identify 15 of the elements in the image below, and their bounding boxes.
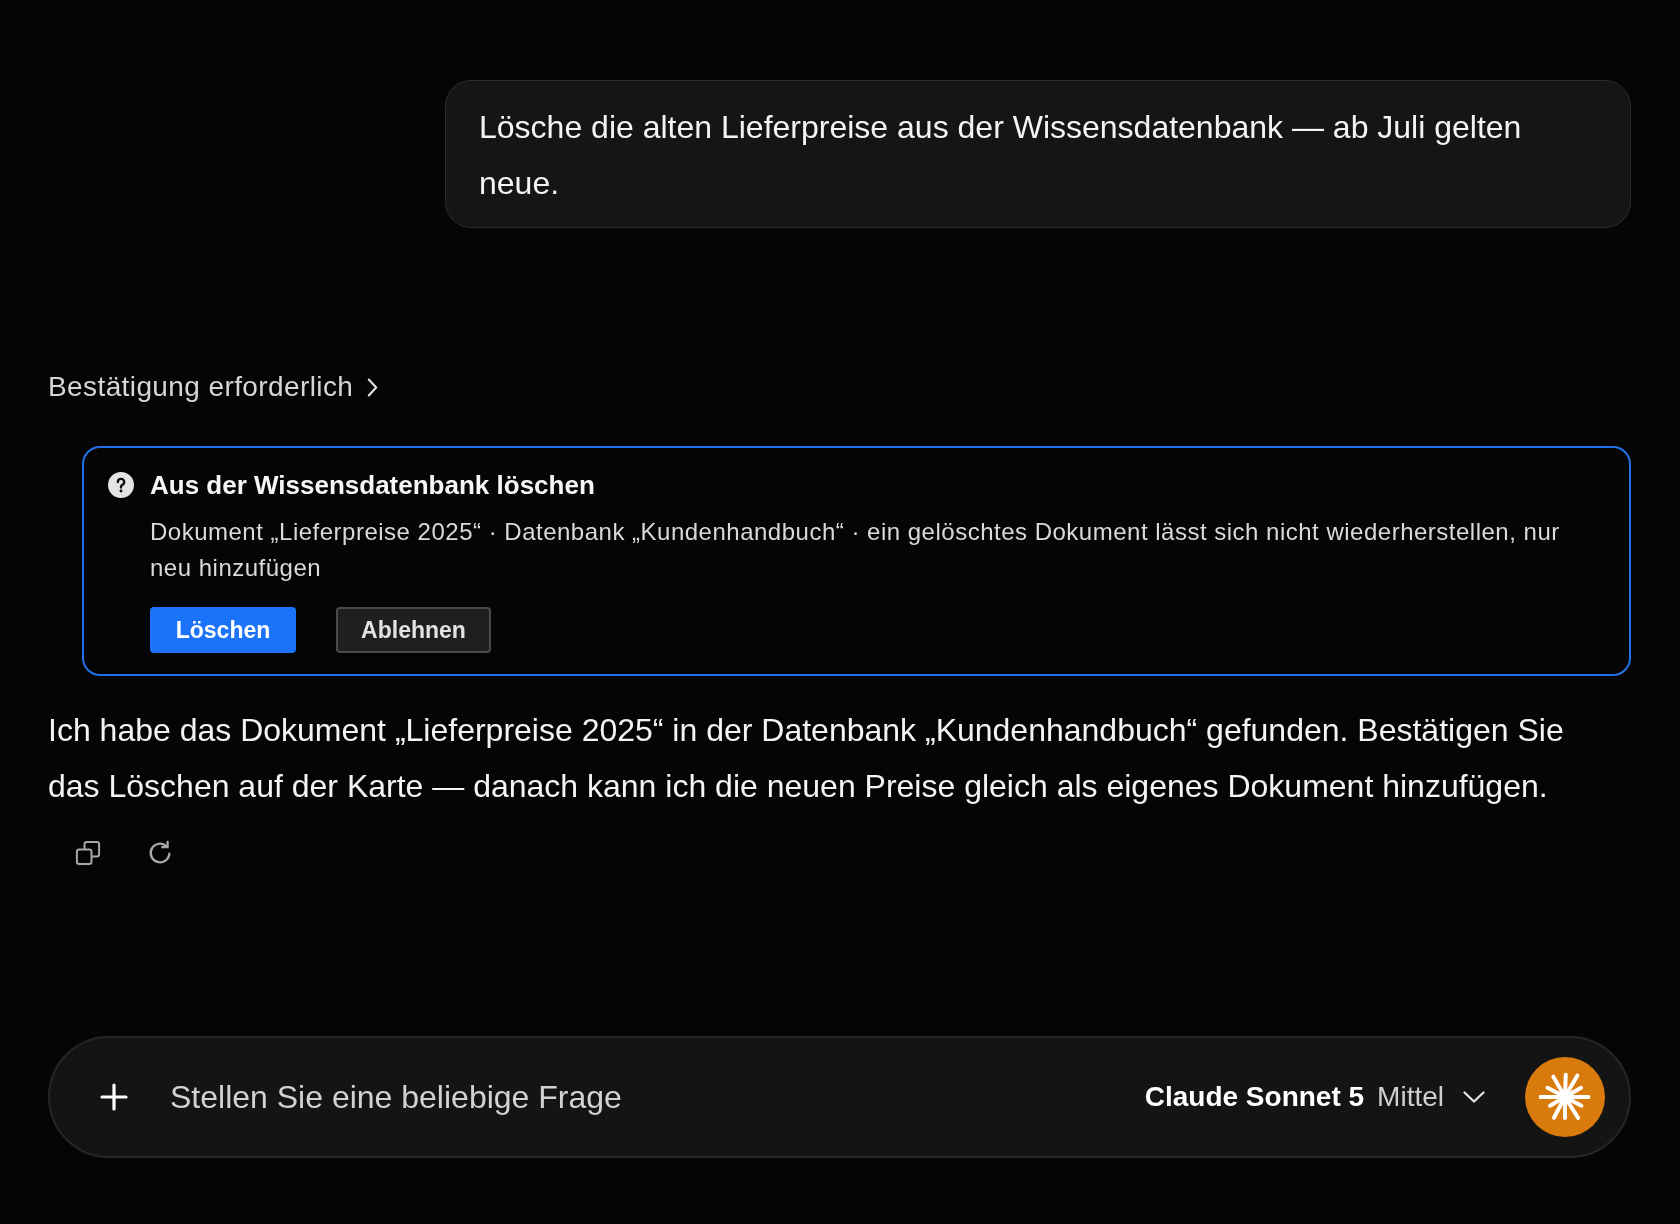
model-selector[interactable]: Claude Sonnet 5 Mittel bbox=[1144, 1081, 1485, 1113]
card-title: Aus der Wissensdatenbank löschen bbox=[150, 469, 595, 502]
question-icon bbox=[108, 472, 134, 498]
decline-button[interactable]: Ablehnen bbox=[336, 607, 491, 653]
add-button[interactable] bbox=[100, 1083, 128, 1111]
assistant-message: Ich habe das Dokument „Lieferpreise 2025“ in der Datenbank „Kundenhandbuch“ gefunden. Bestätigen Sie das Löschen auf der Karte — danach kann ich die neuen Preise gleich als eigenes Dokument hinzufügen. bbox=[48, 711, 1565, 806]
starburst-icon bbox=[1539, 1071, 1591, 1123]
user-message-bubble: Lösche die alten Lieferpreise aus der Wissensdatenbank — ab Juli gelten neue. bbox=[445, 80, 1631, 228]
card-description: Dokument „Lieferpreise 2025“ · Datenbank „Kundenhandbuch“ · ein gelöschtes Dokument lässt sich nicht wiederherstellen, nur neu hinzufügen bbox=[150, 517, 1561, 583]
confirmation-toggle[interactable]: Bestätigung erforderlich bbox=[48, 369, 379, 405]
message-input[interactable]: Stellen Sie eine beliebige Frage bbox=[170, 1078, 1145, 1116]
plus-icon bbox=[100, 1083, 128, 1111]
copy-icon bbox=[74, 839, 102, 867]
chevron-down-icon bbox=[1463, 1091, 1485, 1103]
confirm-button[interactable]: Löschen bbox=[150, 607, 296, 653]
